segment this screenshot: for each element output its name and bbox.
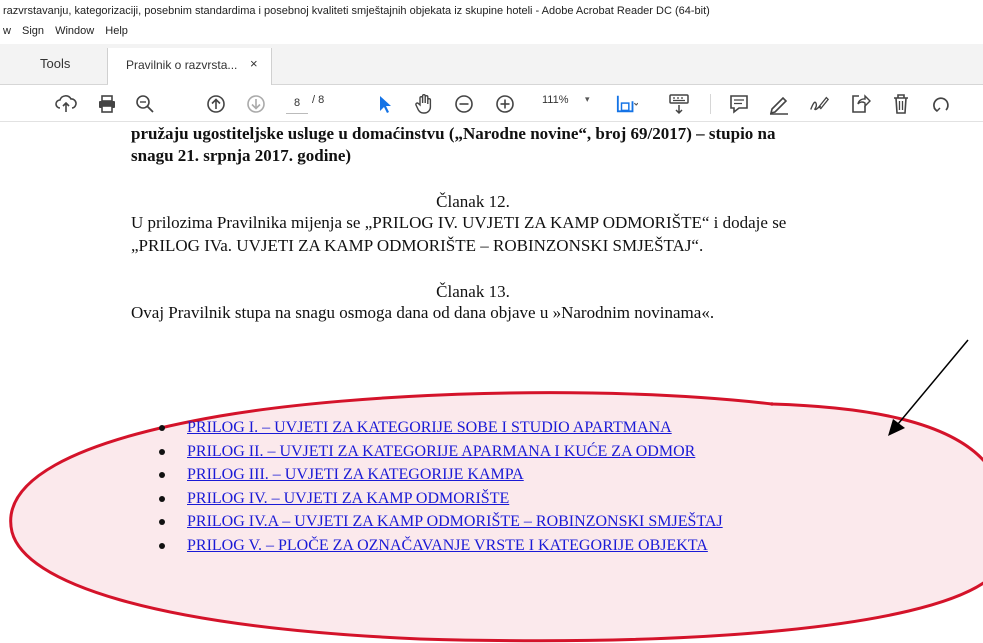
rotate-icon[interactable] [930, 93, 952, 115]
send-file-icon[interactable] [849, 93, 871, 115]
document-page: pružaju ugostiteljske usluge u domaćinst… [0, 122, 983, 643]
bullet [159, 425, 165, 431]
fit-page-icon[interactable] [616, 93, 638, 115]
bullet [159, 519, 165, 525]
print-icon[interactable] [96, 93, 118, 115]
tab-tools[interactable]: Tools [40, 56, 70, 71]
menu-window[interactable]: Window [55, 25, 94, 37]
link-prilog-5[interactable]: PRILOG V. – PLOČE ZA OZNAČAVANJE VRSTE I… [187, 534, 708, 558]
keyboard-icon[interactable] [668, 93, 690, 115]
previous-page-icon[interactable] [205, 93, 227, 115]
window-title: razvrstavanju, kategorizaciji, posebnim … [3, 5, 710, 17]
close-tab-icon[interactable]: × [250, 56, 258, 71]
zoom-level-select[interactable]: 111% [542, 94, 569, 106]
bullet [159, 448, 165, 455]
article-12-line-2: „PRILOG IVa. UVJETI ZA KAMP ODMORIŠTE – … [131, 236, 704, 255]
zoom-out-icon[interactable] [453, 93, 475, 115]
page-number-input[interactable]: 8 [286, 93, 308, 114]
tab-row: Tools Pravilnik o razvrsta... × [0, 44, 983, 85]
tab-document[interactable]: Pravilnik o razvrsta... × [108, 48, 272, 85]
link-prilog-4[interactable]: PRILOG IV. – UVJETI ZA KAMP ODMORIŠTE [187, 487, 509, 511]
menu-view[interactable]: w [3, 25, 11, 37]
hand-tool-icon[interactable] [413, 93, 435, 115]
article-12-line-1: U prilozima Pravilnika mijenja se „PRILO… [131, 213, 787, 232]
doc-top-line-2: snagu 21. srpnja 2017. godine) [131, 146, 352, 165]
tab-document-label: Pravilnik o razvrsta... [126, 58, 238, 72]
cloud-upload-icon[interactable] [55, 93, 77, 115]
page-total: / 8 [312, 94, 325, 106]
bullet [159, 495, 165, 502]
zoom-search-icon[interactable] [134, 93, 156, 115]
sign-icon[interactable] [808, 93, 830, 115]
link-prilog-2[interactable]: PRILOG II. – UVJETI ZA KATEGORIJE APARMA… [187, 440, 695, 464]
menu-help[interactable]: Help [105, 25, 128, 37]
zoom-in-icon[interactable] [494, 93, 516, 115]
link-prilog-1[interactable]: PRILOG I. – UVJETI ZA KATEGORIJE SOBE I … [187, 416, 672, 440]
select-cursor-icon[interactable] [374, 93, 396, 115]
toolbar-separator [710, 94, 711, 114]
link-prilog-4a[interactable]: PRILOG IV.A – UVJETI ZA KAMP ODMORIŠTE –… [187, 510, 723, 534]
bullet [159, 542, 165, 549]
comment-icon[interactable] [728, 93, 750, 115]
next-page-icon[interactable] [245, 93, 267, 115]
chevron-down-icon[interactable]: ▾ [585, 94, 590, 105]
article-13-heading: Članak 13. [436, 282, 510, 301]
menu-bar: w Sign Window Help [0, 22, 983, 44]
highlight-pen-icon[interactable] [768, 93, 790, 115]
toolbar: 8 / 8 111% ▾ [0, 85, 983, 122]
article-13-line-1: Ovaj Pravilnik stupa na snagu osmoga dan… [131, 303, 715, 322]
bullet [159, 472, 165, 478]
article-12-heading: Članak 12. [436, 192, 510, 211]
menu-sign[interactable]: Sign [22, 25, 44, 37]
trash-icon[interactable] [890, 93, 912, 115]
link-prilog-3[interactable]: PRILOG III. – UVJETI ZA KATEGORIJE KAMPA [187, 463, 524, 487]
doc-top-line-1: pružaju ugostiteljske usluge u domaćinst… [131, 124, 776, 143]
